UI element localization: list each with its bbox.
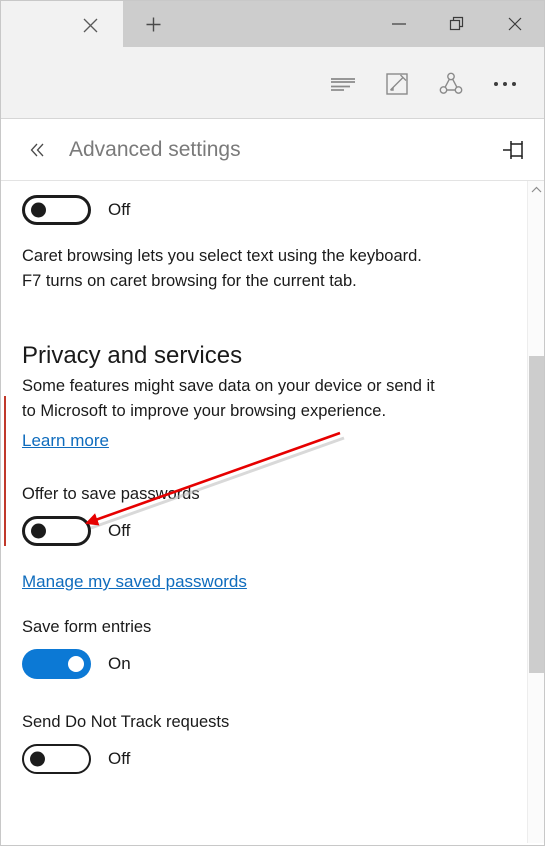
close-window-button[interactable] [486,1,544,47]
reading-view-icon[interactable] [316,60,370,108]
tab-strip-left [1,1,123,49]
save-form-entries-label: Save form entries [22,618,152,636]
scrollbar-thumb[interactable] [529,356,544,673]
toggle-knob [30,751,45,767]
caret-browsing-description-line1: Caret browsing lets you select text usin… [22,247,422,265]
share-icon[interactable] [424,60,478,108]
privacy-description: Some features might save data on your de… [22,374,492,424]
restore-button[interactable] [428,1,486,47]
toggle-knob [31,523,46,539]
web-note-icon[interactable] [370,60,424,108]
edge-browser-window: Advanced settings Off Caret browsing let… [0,0,545,846]
save-form-entries-toggle-row: On [22,649,504,679]
command-bar [1,49,544,119]
privacy-description-line1: Some features might save data on your de… [22,377,435,395]
ellipsis-dots [494,81,516,86]
toggle-knob [31,202,46,218]
new-tab-button[interactable] [131,1,175,47]
new-tab-region [123,1,370,47]
do-not-track-label: Send Do Not Track requests [22,713,230,731]
offer-to-save-passwords-toggle-row: Off [22,516,504,546]
do-not-track-toggle-row: Off [22,744,504,774]
window-controls [370,1,544,47]
privacy-section-title: Privacy and services [22,342,243,369]
toggle-knob [68,656,84,672]
manage-saved-passwords-link[interactable]: Manage my saved passwords [22,572,247,592]
minimize-button[interactable] [370,1,428,47]
save-form-entries-toggle-state: On [108,654,131,673]
caret-browsing-toggle-row: Off [22,195,504,225]
settings-pane-header: Advanced settings [1,119,544,181]
learn-more-link[interactable]: Learn more [22,431,109,451]
offer-to-save-passwords-toggle[interactable] [22,516,91,546]
page-title: Advanced settings [69,137,241,161]
double-chevron-left-icon[interactable] [23,136,51,164]
tab-close-icon[interactable] [79,14,101,36]
do-not-track-toggle[interactable] [22,744,91,774]
settings-list: Off Caret browsing lets you select text … [1,181,544,774]
caret-browsing-description: Caret browsing lets you select text usin… [22,244,492,294]
save-form-entries-toggle[interactable] [22,649,91,679]
settings-scroll-area: Off Caret browsing lets you select text … [1,181,544,843]
caret-browsing-toggle-state: Off [108,200,131,219]
pin-icon[interactable] [498,135,528,165]
title-bar [1,1,544,49]
chevron-up-icon[interactable] [528,181,544,198]
more-ellipsis-icon[interactable] [478,60,532,108]
offer-to-save-passwords-toggle-state: Off [108,521,131,540]
vertical-scrollbar[interactable] [527,181,544,843]
offer-to-save-passwords-label: Offer to save passwords [22,485,200,503]
caret-browsing-description-line2: F7 turns on caret browsing for the curre… [22,272,357,290]
privacy-description-line2: to Microsoft to improve your browsing ex… [22,402,387,420]
caret-browsing-toggle[interactable] [22,195,91,225]
do-not-track-toggle-state: Off [108,749,131,768]
